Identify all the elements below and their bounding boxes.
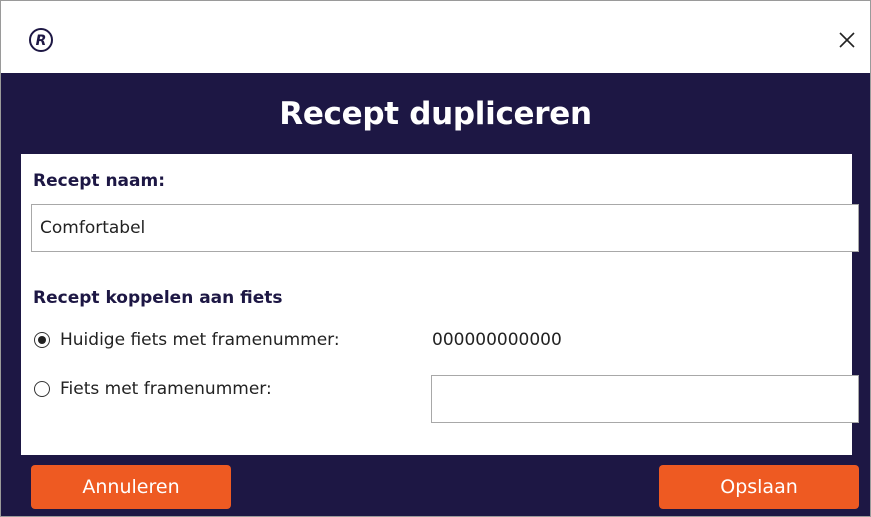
current-bike-label: Huidige fiets met framenummer: [60,330,340,350]
app-logo-icon: R [27,26,55,54]
recipe-name-input[interactable] [31,204,859,252]
frame-border-left [1,154,21,455]
form-content: Recept naam: Recept koppelen aan fiets H… [21,154,859,455]
dialog-footer: Annuleren Opslaan [1,455,870,516]
logo-letter: R [36,33,47,49]
other-bike-label: Fiets met framenummer: [60,379,272,399]
page-title: Recept dupliceren [279,95,592,132]
current-bike-frame-number: 000000000000 [432,330,562,350]
radio-selected-dot [38,336,46,344]
other-bike-option[interactable]: Fiets met framenummer: [34,379,272,399]
close-button[interactable] [834,27,860,53]
current-bike-radio[interactable] [34,332,50,348]
dialog-header: Recept dupliceren [1,73,870,154]
recipe-name-label: Recept naam: [33,171,165,191]
save-button[interactable]: Opslaan [659,465,859,509]
frame-number-input[interactable] [431,375,859,423]
link-section-label: Recept koppelen aan fiets [33,288,283,308]
current-bike-option[interactable]: Huidige fiets met framenummer: [34,330,340,350]
cancel-button[interactable]: Annuleren [31,465,231,509]
dialog-window: R Recept dupliceren Recept naam: Recept … [0,0,871,517]
close-icon [839,32,855,48]
other-bike-radio[interactable] [34,381,50,397]
title-bar: R [1,1,870,73]
